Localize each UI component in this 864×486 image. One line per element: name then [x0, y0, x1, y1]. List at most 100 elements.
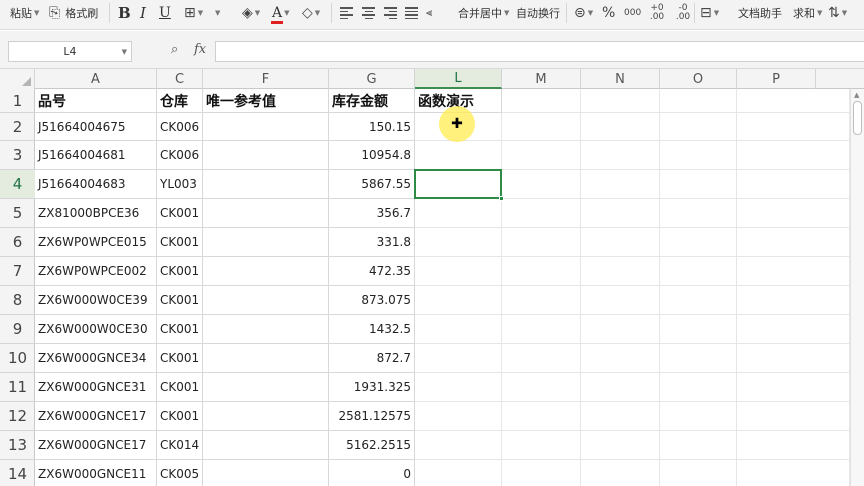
cell-empty[interactable]: [502, 402, 581, 431]
name-box[interactable]: L4 ▼: [8, 41, 132, 62]
cell-stock-amount[interactable]: 873.075: [329, 286, 415, 315]
bold-button[interactable]: B: [118, 0, 131, 26]
cell-part-no[interactable]: ZX6WP0WPCE015: [35, 228, 157, 257]
cell-header-stock-amount[interactable]: 库存金额: [329, 89, 415, 113]
cell-warehouse[interactable]: CK001: [157, 257, 203, 286]
align-center-button[interactable]: [362, 0, 375, 26]
chevron-down-icon[interactable]: ▼: [255, 9, 260, 17]
select-all-corner[interactable]: [0, 69, 35, 89]
cell-empty[interactable]: [737, 402, 850, 431]
cell-empty[interactable]: [660, 402, 737, 431]
row-header-13[interactable]: 13: [0, 431, 35, 460]
cell-empty[interactable]: [415, 170, 502, 199]
cell-empty[interactable]: [660, 257, 737, 286]
column-header-c[interactable]: C: [157, 69, 203, 89]
insert-function-icon[interactable]: fx: [194, 42, 206, 57]
cell-stock-amount[interactable]: 5867.55: [329, 170, 415, 199]
cell-part-no[interactable]: ZX6W000W0CE30: [35, 315, 157, 344]
cell-part-no[interactable]: ZX81000BPCE36: [35, 199, 157, 228]
sum-button[interactable]: 求和 ▼: [793, 0, 822, 26]
cell-empty[interactable]: [660, 113, 737, 141]
cell-empty[interactable]: [581, 402, 660, 431]
cell-empty[interactable]: [581, 286, 660, 315]
clear-button[interactable]: ◇ ▼: [302, 0, 320, 26]
formula-input[interactable]: [215, 41, 864, 62]
cell-empty[interactable]: [660, 199, 737, 228]
cell-empty[interactable]: [737, 141, 850, 170]
borders-button[interactable]: ⊞ ▼: [184, 0, 203, 26]
cell-stock-amount[interactable]: 331.8: [329, 228, 415, 257]
scroll-up-icon[interactable]: ▲: [854, 91, 859, 99]
cell-empty[interactable]: [660, 460, 737, 486]
cell-unique-ref[interactable]: [203, 460, 329, 486]
cell-empty[interactable]: [660, 344, 737, 373]
cell-empty[interactable]: [581, 460, 660, 486]
cell-stock-amount[interactable]: 2581.12575: [329, 402, 415, 431]
font-color-dropdown[interactable]: ▼: [213, 0, 220, 26]
cell-empty[interactable]: [415, 402, 502, 431]
cell-stock-amount[interactable]: 1432.5: [329, 315, 415, 344]
cell-empty[interactable]: [502, 170, 581, 199]
cell-empty[interactable]: [415, 286, 502, 315]
cell-warehouse[interactable]: CK001: [157, 199, 203, 228]
cell-warehouse[interactable]: CK001: [157, 402, 203, 431]
cell-stock-amount[interactable]: 356.7: [329, 199, 415, 228]
paste-button[interactable]: 粘贴 ▼: [10, 0, 39, 26]
row-header-9[interactable]: 9: [0, 315, 35, 344]
cell-empty[interactable]: [502, 113, 581, 141]
cell-empty[interactable]: [415, 373, 502, 402]
cell-empty[interactable]: [737, 228, 850, 257]
cell-empty[interactable]: [502, 199, 581, 228]
chevron-down-icon[interactable]: ▼: [588, 9, 593, 17]
column-header-m[interactable]: M: [502, 69, 581, 89]
cell-stock-amount[interactable]: 472.35: [329, 257, 415, 286]
cell-unique-ref[interactable]: [203, 344, 329, 373]
column-header-p[interactable]: P: [737, 69, 816, 89]
sort-button[interactable]: ⇅ ▼: [828, 0, 847, 26]
row-header-2[interactable]: 2: [0, 113, 35, 141]
chevron-down-icon[interactable]: ▼: [122, 48, 127, 56]
cell-empty[interactable]: [581, 344, 660, 373]
cell-empty[interactable]: [502, 460, 581, 486]
cell-empty[interactable]: [502, 431, 581, 460]
column-header-l[interactable]: L: [415, 69, 502, 89]
cell-part-no[interactable]: J51664004681: [35, 141, 157, 170]
cell-part-no[interactable]: J51664004683: [35, 170, 157, 199]
cell-stock-amount[interactable]: 5162.2515: [329, 431, 415, 460]
row-header-6[interactable]: 6: [0, 228, 35, 257]
cell-empty[interactable]: [737, 89, 850, 113]
cell-stock-amount[interactable]: 872.7: [329, 344, 415, 373]
cell-empty[interactable]: [737, 460, 850, 486]
currency-button[interactable]: ⊜ ▼: [574, 0, 593, 26]
cell-empty[interactable]: [502, 373, 581, 402]
cell-empty[interactable]: [737, 373, 850, 402]
cell-empty[interactable]: [415, 431, 502, 460]
cell-part-no[interactable]: ZX6W000GNCE34: [35, 344, 157, 373]
cell-empty[interactable]: [737, 344, 850, 373]
cell-stock-amount[interactable]: 10954.8: [329, 141, 415, 170]
row-header-1[interactable]: 1: [0, 89, 35, 113]
column-header-a[interactable]: A: [35, 69, 157, 89]
cell-empty[interactable]: [737, 170, 850, 199]
cell-empty[interactable]: [502, 89, 581, 113]
cell-empty[interactable]: [660, 373, 737, 402]
cell-empty[interactable]: [581, 373, 660, 402]
cell-empty[interactable]: [737, 257, 850, 286]
cell-empty[interactable]: [660, 286, 737, 315]
cell-empty[interactable]: [660, 89, 737, 113]
cell-unique-ref[interactable]: [203, 113, 329, 141]
doc-assistant-button[interactable]: 文档助手: [738, 0, 782, 26]
cell-unique-ref[interactable]: [203, 373, 329, 402]
chevron-down-icon[interactable]: ▼: [34, 9, 39, 17]
cell-stock-amount[interactable]: 1931.325: [329, 373, 415, 402]
cell-unique-ref[interactable]: [203, 286, 329, 315]
cell-empty[interactable]: [581, 89, 660, 113]
cell-warehouse[interactable]: CK006: [157, 141, 203, 170]
cell-unique-ref[interactable]: [203, 141, 329, 170]
cell-warehouse[interactable]: CK001: [157, 373, 203, 402]
zoom-formula-icon[interactable]: ⌕: [171, 42, 178, 57]
cell-empty[interactable]: [415, 199, 502, 228]
cell-empty[interactable]: [581, 113, 660, 141]
cell-unique-ref[interactable]: [203, 431, 329, 460]
cell-part-no[interactable]: ZX6WP0WPCE002: [35, 257, 157, 286]
